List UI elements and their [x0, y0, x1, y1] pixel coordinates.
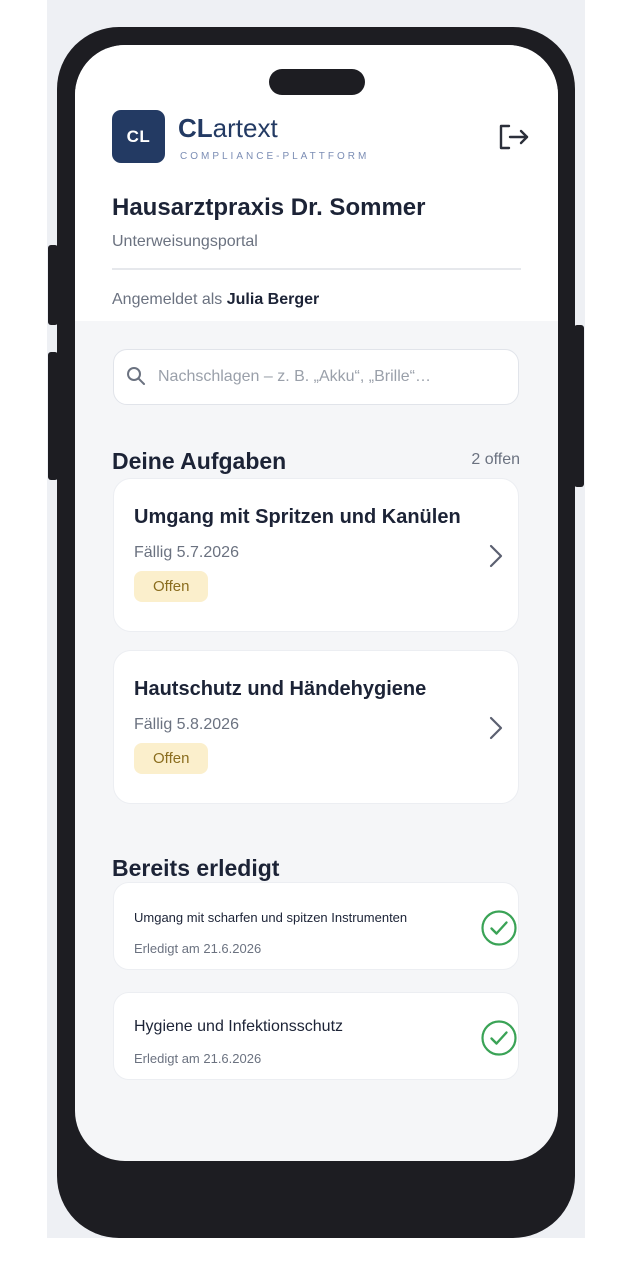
signed-in-user: Julia Berger [226, 291, 320, 308]
brand-name: CLartext [178, 115, 278, 141]
search-box[interactable] [113, 349, 519, 405]
search-input[interactable] [158, 360, 508, 394]
status-badge: Offen [134, 571, 209, 602]
brand-name-rest: artext [212, 113, 278, 143]
check-circle-icon [480, 1019, 518, 1057]
brand-name-bold: CL [178, 113, 213, 143]
completed-item-date: Erledigt am 21.6.2026 [134, 1051, 262, 1066]
portal-label: Unterweisungsportal [112, 233, 258, 250]
task-due-date: Fällig 5.8.2026 [134, 716, 239, 733]
completed-item[interactable]: Umgang mit scharfen und spitzen Instrume… [113, 882, 519, 970]
task-card[interactable]: Umgang mit Spritzen und Kanülen Fällig 5… [113, 478, 519, 632]
task-title: Hautschutz und Händehygiene [134, 678, 427, 700]
task-due-date: Fällig 5.7.2026 [134, 544, 239, 561]
search-icon [125, 365, 147, 387]
logo-initials: CL [126, 126, 151, 146]
app-screen: CL CLartext COMPLIANCE-PLATTFORM Hausarz… [75, 45, 558, 1161]
open-count: 2 offen [471, 451, 520, 468]
brand-subtitle: COMPLIANCE-PLATTFORM [180, 151, 370, 162]
completed-item-title: Umgang mit scharfen und spitzen Instrume… [134, 910, 408, 925]
status-badge: Offen [134, 743, 209, 774]
completed-item[interactable]: Hygiene und Infektionsschutz Erledigt am… [113, 992, 519, 1080]
completed-section-title: Bereits erledigt [112, 855, 280, 881]
check-circle-icon [480, 909, 518, 947]
phone-notch [269, 69, 365, 95]
task-title: Umgang mit Spritzen und Kanülen [134, 506, 461, 528]
signed-in-prefix: Angemeldet als [112, 291, 223, 308]
brand-logo: CL [112, 110, 165, 163]
task-card[interactable]: Hautschutz und Händehygiene Fällig 5.8.2… [113, 650, 519, 804]
logout-icon[interactable] [498, 123, 530, 151]
header-divider [112, 268, 521, 270]
completed-item-date: Erledigt am 21.6.2026 [134, 941, 262, 956]
practice-name: Hausarztpraxis Dr. Sommer [112, 194, 426, 221]
tasks-section-title: Deine Aufgaben [112, 448, 287, 474]
chevron-right-icon [488, 715, 504, 741]
side-button-right [574, 325, 584, 487]
signed-in-info: Angemeldet als Julia Berger [112, 291, 319, 309]
completed-item-title: Hygiene und Infektionsschutz [134, 1018, 344, 1035]
chevron-right-icon [488, 543, 504, 569]
